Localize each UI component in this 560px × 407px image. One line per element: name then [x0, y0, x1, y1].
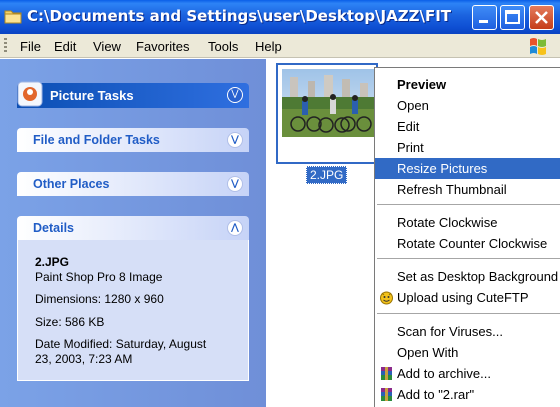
ctx-rotate-counter-clockwise[interactable]: Rotate Counter Clockwise [375, 233, 560, 254]
ctx-set-desktop-background[interactable]: Set as Desktop Background [375, 266, 560, 287]
ctx-upload-cuteftp[interactable]: Upload using CuteFTP [375, 287, 560, 308]
menu-edit[interactable]: Edit [54, 39, 76, 54]
details-type: Paint Shop Pro 8 Image [35, 270, 163, 284]
chevron-down-icon[interactable]: ⋁ [227, 87, 243, 103]
close-icon [535, 11, 548, 24]
details-size: Size: 586 KB [35, 315, 105, 329]
ctx-refresh-thumbnail[interactable]: Refresh Thumbnail [375, 179, 560, 200]
ctx-open-with[interactable]: Open With [375, 342, 560, 363]
windows-logo-icon [530, 38, 546, 55]
maximize-icon [505, 10, 520, 24]
other-places-label: Other Places [33, 177, 110, 191]
minimize-icon [479, 20, 488, 23]
ctx-scan-viruses[interactable]: Scan for Viruses... [375, 321, 560, 342]
details-panel: 2.JPG Paint Shop Pro 8 Image Dimensions:… [17, 240, 249, 381]
details-modified-line2: 23, 2003, 7:23 AM [35, 352, 133, 366]
file-folder-tasks-label: File and Folder Tasks [33, 133, 160, 147]
chevron-up-icon[interactable]: ⋀ [227, 220, 243, 236]
ctx-separator [377, 313, 560, 314]
ctx-resize-pictures[interactable]: Resize Pictures [375, 158, 560, 179]
ctx-rotate-clockwise[interactable]: Rotate Clockwise [375, 212, 560, 233]
menu-favorites[interactable]: Favorites [136, 39, 189, 54]
menu-file[interactable]: File [20, 39, 41, 54]
winrar-icon [381, 367, 392, 380]
picture-tasks-header[interactable]: Picture Tasks ⋁ [17, 81, 249, 108]
close-button[interactable] [529, 5, 554, 30]
menu-view[interactable]: View [93, 39, 121, 54]
picture-tasks-label: Picture Tasks [50, 88, 134, 103]
toolbar-grip[interactable] [4, 38, 7, 54]
ctx-separator [377, 258, 560, 259]
details-modified-line1: Date Modified: Saturday, August [35, 337, 207, 351]
details-label: Details [33, 221, 74, 235]
ctx-separator [377, 204, 560, 205]
ctx-add-to-rar[interactable]: Add to "2.rar" [375, 384, 560, 405]
other-places-header[interactable]: Other Places ⋁ [17, 172, 249, 196]
chevron-down-icon[interactable]: ⋁ [227, 132, 243, 148]
maximize-button[interactable] [500, 5, 525, 30]
context-menu: Preview Open Edit Print Resize Pictures … [374, 67, 560, 407]
ctx-add-to-archive[interactable]: Add to archive... [375, 363, 560, 384]
ctx-preview[interactable]: Preview [375, 74, 560, 95]
title-bar[interactable]: C:\Documents and Settings\user\Desktop\J… [0, 0, 560, 34]
details-dimensions: Dimensions: 1280 x 960 [35, 292, 164, 306]
folder-icon [4, 10, 22, 24]
file-folder-tasks-header[interactable]: File and Folder Tasks ⋁ [17, 128, 249, 152]
details-header[interactable]: Details ⋀ [17, 216, 249, 240]
file-name-label[interactable]: 2.JPG [306, 166, 348, 184]
menu-help[interactable]: Help [255, 39, 282, 54]
picture-tasks-icon [17, 81, 43, 107]
ctx-edit[interactable]: Edit [375, 116, 560, 137]
ctx-print[interactable]: Print [375, 137, 560, 158]
minimize-button[interactable] [472, 5, 497, 30]
ctx-open[interactable]: Open [375, 95, 560, 116]
cuteftp-icon [380, 291, 393, 305]
menu-bar: File Edit View Favorites Tools Help [0, 34, 560, 58]
window-title: C:\Documents and Settings\user\Desktop\J… [27, 7, 452, 25]
menu-tools[interactable]: Tools [208, 39, 238, 54]
winrar-icon [381, 388, 392, 401]
file-thumbnail[interactable] [276, 63, 378, 164]
thumbnail-image [282, 69, 374, 137]
details-filename: 2.JPG [35, 255, 70, 269]
chevron-down-icon[interactable]: ⋁ [227, 176, 243, 192]
